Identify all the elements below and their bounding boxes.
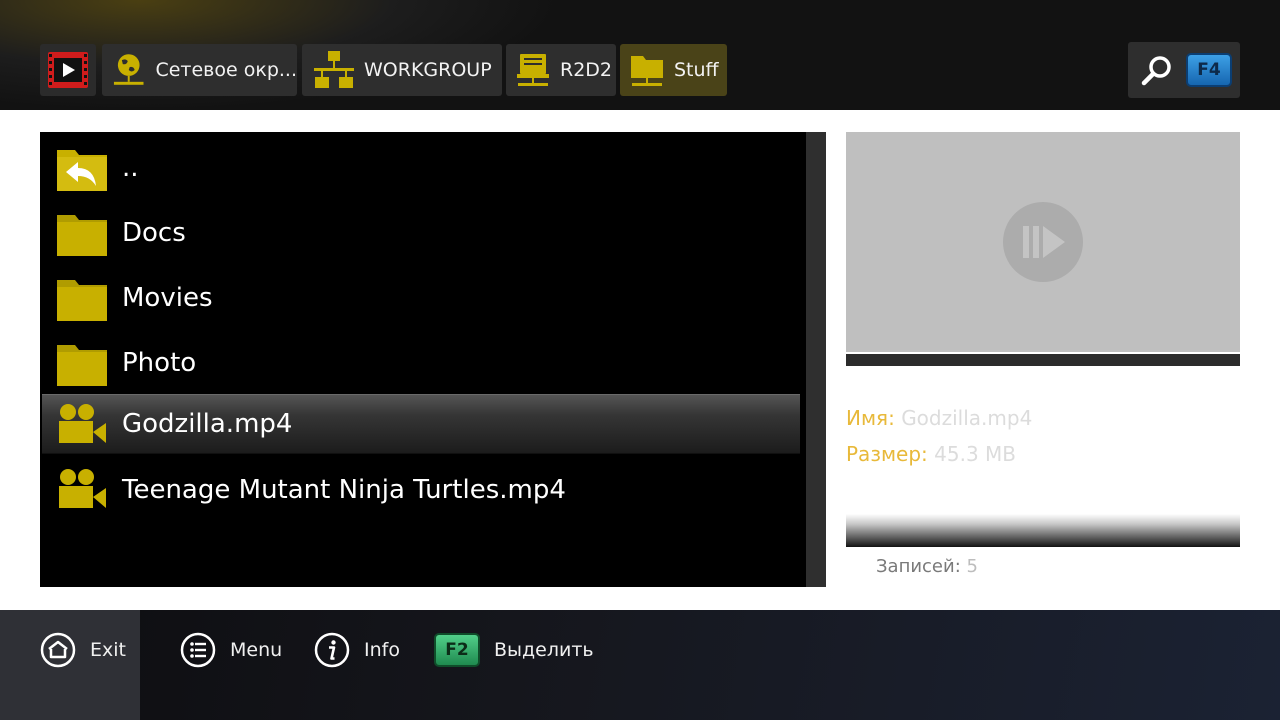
list-item-video[interactable]: Teenage Mutant Ninja Turtles.mp4 [42,460,800,520]
list-item-folder[interactable]: Photo [42,333,800,393]
film-play-icon [48,52,88,88]
size-label: Размер: [846,442,928,466]
name-label: Имя: [846,406,895,430]
file-size-info: Размер: 45.3 MB [846,442,1016,466]
file-list[interactable]: .. Docs Movies Photo Godzilla.mp4 Teenag… [40,132,806,587]
breadcrumb-network[interactable]: Сетевое окр... [102,44,297,96]
home-icon [40,632,76,668]
file-name: Photo [122,348,197,378]
file-name: .. [122,153,139,183]
file-list-scrollbar[interactable] [806,132,826,587]
folder-icon [57,280,107,321]
file-name: Docs [122,218,186,248]
name-value: Godzilla.mp4 [901,406,1033,430]
f2-key-badge: F2 [434,633,480,667]
exit-button[interactable]: Exit [40,632,126,668]
breadcrumb-shared-folder[interactable]: Stuff [620,44,727,96]
preview-progress-bar [846,354,1240,366]
records-count: Записей: 5 [876,556,978,577]
folder-up-icon [57,150,107,191]
video-camera-icon [59,404,106,443]
search-button[interactable]: F4 [1128,42,1240,98]
workgroup-network-icon [314,51,354,88]
search-icon [1141,56,1171,86]
computer-icon [517,54,549,86]
file-name-info: Имя: Godzilla.mp4 [846,406,1032,430]
menu-list-icon [180,632,216,668]
breadcrumb-workgroup[interactable]: WORKGROUP [302,44,502,96]
folder-icon [57,345,107,386]
breadcrumb-label: Сетевое окр... [155,59,297,81]
bottom-bar: Exit Menu Info F2 Выделить [0,610,1280,720]
top-bar: Сетевое окр... WORKGROUP R2D2 Stuff F4 [0,0,1280,110]
file-name: Teenage Mutant Ninja Turtles.mp4 [122,475,566,505]
play-pause-icon [1003,202,1083,282]
select-label: Выделить [494,639,594,661]
list-item-parent-folder[interactable]: .. [42,138,800,198]
records-value: 5 [966,556,978,577]
info-button[interactable]: Info [314,632,400,668]
breadcrumb-media-home[interactable] [40,44,96,96]
list-item-folder[interactable]: Docs [42,203,800,263]
select-button[interactable]: F2 Выделить [434,632,594,668]
panel-divider [846,514,1240,547]
folder-icon [57,215,107,256]
exit-label: Exit [90,639,126,661]
info-icon [314,632,350,668]
file-name: Godzilla.mp4 [122,409,293,439]
info-label: Info [364,639,400,661]
breadcrumb-label: Stuff [674,59,719,81]
list-item-folder[interactable]: Movies [42,268,800,328]
shared-folder-icon [631,56,663,86]
menu-button[interactable]: Menu [180,632,282,668]
list-item-video-selected[interactable]: Godzilla.mp4 [42,394,800,454]
network-globe-icon [113,54,144,85]
breadcrumb-label: R2D2 [560,59,613,81]
f4-key-badge: F4 [1186,53,1232,87]
size-value: 45.3 MB [934,442,1017,466]
video-camera-icon [59,469,106,508]
records-label: Записей: [876,556,961,577]
menu-label: Menu [230,639,283,661]
breadcrumb-label: WORKGROUP [364,59,492,81]
video-preview[interactable] [846,132,1240,352]
breadcrumb-computer[interactable]: R2D2 [506,44,616,96]
file-name: Movies [122,283,213,313]
